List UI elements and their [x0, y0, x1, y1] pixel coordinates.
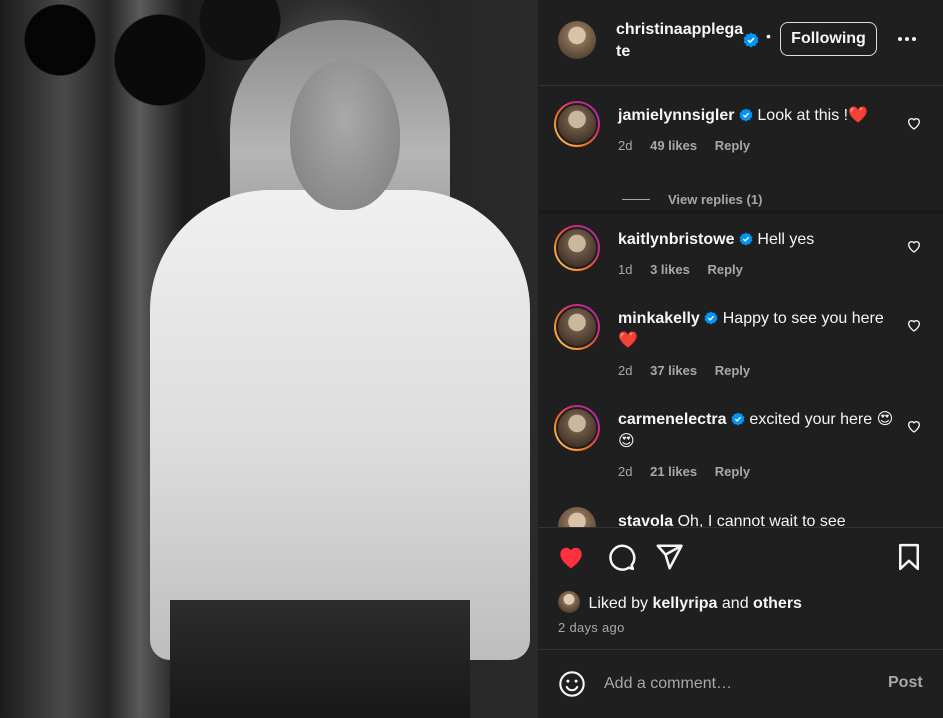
comments-list[interactable]: jamielynnsigler Look at this !❤️ 2d 49 l… — [538, 87, 943, 527]
reply-button[interactable]: Reply — [715, 138, 750, 153]
comment-age[interactable]: 2d — [618, 363, 632, 378]
post-button[interactable]: Post — [888, 674, 923, 692]
liked-others[interactable]: others — [753, 595, 802, 612]
verified-icon — [739, 108, 753, 122]
comment-likes[interactable]: 37 likes — [650, 363, 697, 378]
commenter-avatar[interactable] — [554, 225, 600, 271]
post-sidebar: christinaapplegate • Following jamielynn… — [538, 0, 943, 718]
commenter-username[interactable]: carmenelectra — [618, 411, 727, 428]
verified-icon — [743, 32, 759, 48]
comment-emoji: ❤️ — [848, 107, 869, 124]
commenter-avatar[interactable] — [554, 101, 600, 147]
author-username[interactable]: christinaapplegate — [616, 19, 748, 63]
author-avatar[interactable] — [558, 21, 596, 59]
liker-avatar[interactable] — [558, 591, 580, 613]
liked-by: Liked by kellyripa and others — [558, 591, 802, 613]
comment-likes[interactable]: 21 likes — [650, 464, 697, 479]
photo-face — [290, 60, 400, 210]
reply-button[interactable]: Reply — [707, 262, 742, 277]
more-horizontal-icon[interactable] — [896, 28, 918, 50]
heart-outline-icon[interactable] — [906, 115, 922, 131]
verified-icon — [739, 232, 753, 246]
post-actions: Liked by kellyripa and others 2 days ago — [538, 527, 943, 649]
heart-outline-icon[interactable] — [906, 317, 922, 333]
comment-text: Look at this ! — [757, 107, 849, 124]
comment-likes[interactable]: 49 likes — [650, 138, 697, 153]
reply-button[interactable]: Reply — [715, 363, 750, 378]
verified-icon — [704, 311, 718, 325]
photo-jeans — [170, 600, 470, 718]
comment-text: Happy to see you here — [722, 310, 884, 327]
replies-line — [622, 199, 650, 200]
comment-age[interactable]: 2d — [618, 138, 632, 153]
comment-composer: Post — [538, 649, 943, 718]
commenter-avatar[interactable] — [558, 507, 596, 527]
comment-text: Oh, I cannot wait to see — [677, 513, 846, 527]
verified-icon — [731, 412, 745, 426]
post-photo[interactable] — [0, 0, 538, 718]
heart-filled-icon[interactable] — [556, 542, 586, 572]
heart-outline-icon[interactable] — [906, 238, 922, 254]
emoji-icon[interactable] — [558, 670, 586, 698]
header-separator: • — [766, 28, 771, 44]
commenter-username[interactable]: minkakelly — [618, 310, 700, 327]
comment-emoji: ❤️ — [618, 332, 638, 349]
post-header: christinaapplegate • Following — [538, 0, 943, 86]
following-button[interactable]: Following — [780, 22, 877, 56]
reply-button[interactable]: Reply — [715, 464, 750, 479]
commenter-avatar[interactable] — [554, 304, 600, 350]
comment-input[interactable] — [604, 672, 874, 696]
liked-prefix: Liked by — [588, 595, 649, 612]
comment-divider — [538, 210, 943, 214]
comment-likes[interactable]: 3 likes — [650, 262, 690, 277]
photo-shirt — [150, 190, 530, 660]
commenter-avatar[interactable] — [554, 405, 600, 451]
post-date[interactable]: 2 days ago — [558, 620, 625, 635]
share-icon[interactable] — [654, 542, 684, 572]
liked-user[interactable]: kellyripa — [653, 595, 718, 612]
bookmark-icon[interactable] — [894, 542, 924, 572]
heart-outline-icon[interactable] — [906, 418, 922, 434]
commenter-username[interactable]: stavola — [618, 513, 673, 527]
commenter-username[interactable]: kaitlynbristowe — [618, 231, 734, 248]
comment-text: Hell yes — [757, 231, 815, 248]
comment-age[interactable]: 1d — [618, 262, 632, 277]
liked-and: and — [721, 595, 749, 612]
comment-age[interactable]: 2d — [618, 464, 632, 479]
comment-icon[interactable] — [606, 542, 636, 572]
view-replies-button[interactable]: View replies (1) — [622, 192, 762, 207]
commenter-username[interactable]: jamielynnsigler — [618, 107, 735, 124]
comment-text: excited your here — [749, 411, 873, 428]
